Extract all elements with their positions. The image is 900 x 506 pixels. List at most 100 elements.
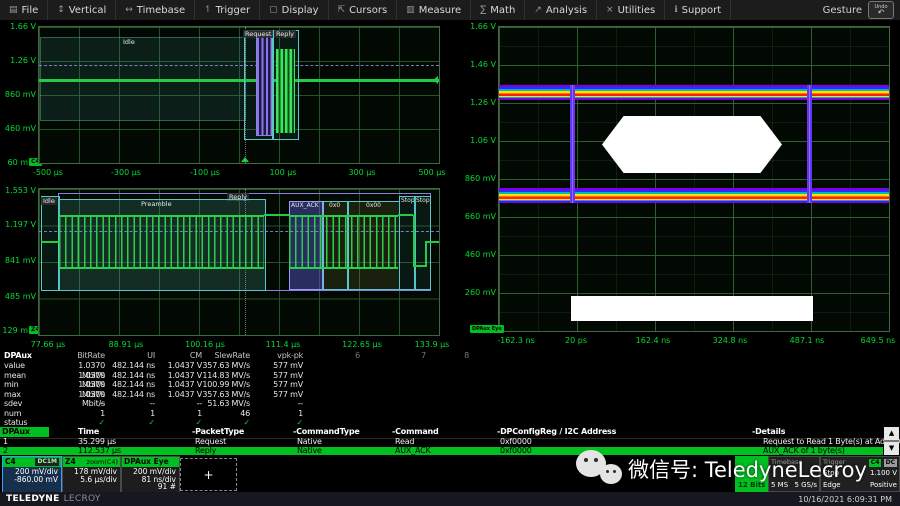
menu-support[interactable]: ℹSupport bbox=[665, 0, 731, 20]
g2-grid[interactable]: Reply Idle Preamble AUX_ACK 0x0 0x00 Sto… bbox=[38, 188, 440, 336]
c4-name: C4 bbox=[5, 457, 16, 467]
eye-ylabel: 860 mV bbox=[462, 174, 496, 183]
menu-math[interactable]: ∑ Math bbox=[471, 0, 525, 20]
menu-trigger[interactable]: ↿Trigger bbox=[195, 0, 260, 20]
menu-measure[interactable]: ▥Measure bbox=[397, 0, 471, 20]
g1-xlabel: 500 µs bbox=[418, 168, 445, 177]
g2-trace-stop-low bbox=[413, 265, 425, 267]
g1-grid[interactable]: Idle Request Reply bbox=[38, 26, 440, 164]
z4-name: Z4 bbox=[65, 457, 76, 467]
eye-ylabel: 1.06 V bbox=[462, 136, 496, 145]
menu-display-label: Display bbox=[282, 5, 319, 16]
menu-analysis[interactable]: ↗Analysis bbox=[525, 0, 597, 20]
g2-ylabel: 485 mV bbox=[2, 292, 36, 301]
timebase-icon: ↔ bbox=[125, 5, 133, 15]
cursors-icon: ⇱ bbox=[338, 5, 346, 15]
g1-xlabel: -500 µs bbox=[33, 168, 63, 177]
measure-col-header: 7 bbox=[360, 351, 426, 361]
measure-col-header: 8 bbox=[426, 351, 469, 361]
decode-col-command[interactable]: -Command bbox=[392, 427, 439, 436]
eye-high-rail bbox=[499, 85, 889, 100]
measure-table: DPAux BitRate UI CM SlewRate vpk-pk 6 7 … bbox=[0, 348, 478, 426]
eye-xlabel: 162.4 ns bbox=[636, 336, 671, 345]
c4-offset: -860.00 mV bbox=[3, 476, 58, 484]
g1-idle-label: Idle bbox=[121, 38, 137, 46]
scroll-up-icon[interactable]: ▲ bbox=[884, 427, 899, 440]
measure-cell: -- bbox=[55, 399, 105, 409]
graph-eye-diagram: 1.66 V 1.46 V 1.26 V 1.06 V 860 mV 660 m… bbox=[470, 22, 900, 344]
z4-tdiv: 5.6 µs/div bbox=[63, 476, 117, 484]
eye-grid[interactable] bbox=[498, 26, 890, 332]
menu-cursors[interactable]: ⇱Cursors bbox=[329, 0, 398, 20]
menu-vertical[interactable]: ↕Vertical bbox=[48, 0, 116, 20]
g2-trace-flat-right bbox=[425, 241, 439, 243]
measure-row-status: status ✓ ✓ ✓ ✓ ✓ bbox=[0, 418, 478, 428]
g1-reply-burst bbox=[276, 49, 295, 133]
g1-level-marker bbox=[433, 76, 438, 84]
wechat-icon bbox=[576, 446, 628, 492]
g1-trigger-marker bbox=[241, 157, 249, 162]
status-check: ✓ bbox=[55, 418, 105, 428]
menu-utilities[interactable]: ×Utilities bbox=[597, 0, 665, 20]
wechat-watermark: 微信号: TeledyneLecroy bbox=[576, 445, 900, 493]
status-check: ✓ bbox=[202, 418, 250, 428]
oscilloscope-screen: ▤File ↕Vertical ↔Timebase ↿Trigger ▢Disp… bbox=[0, 0, 900, 506]
eye-name: DPAux Eye bbox=[124, 457, 169, 467]
g2-stop2-box bbox=[414, 196, 431, 290]
measure-cell: -- bbox=[155, 399, 202, 409]
g2-trace-rise bbox=[425, 241, 427, 267]
decode-col-packettype[interactable]: -PacketType bbox=[192, 427, 244, 436]
measure-col-header: vpk-pk bbox=[250, 351, 303, 361]
menu-analysis-label: Analysis bbox=[546, 5, 587, 16]
measure-col-header: CM bbox=[155, 351, 202, 361]
g1-xlabel: 300 µs bbox=[348, 168, 375, 177]
menu-file[interactable]: ▤File bbox=[0, 0, 48, 20]
eye-crossing-left bbox=[570, 85, 575, 203]
channel-descriptor-z4[interactable]: Z4zoom(C4) 178 mV/div5.6 µs/div bbox=[62, 456, 121, 493]
g2-trace-stop-high bbox=[398, 214, 413, 216]
channel-descriptor-c4[interactable]: C4DC1M 200 mV/div-860.00 mV bbox=[2, 456, 62, 493]
g2-ylabel: 129 m bbox=[0, 326, 28, 335]
menu-math-label: Math bbox=[490, 5, 515, 16]
measure-cell: -- bbox=[250, 399, 303, 409]
decode-col-address[interactable]: -DPConfigReg / I2C Address bbox=[497, 427, 616, 436]
measure-col-header: 6 bbox=[303, 351, 360, 361]
trigger-icon: ↿ bbox=[204, 5, 212, 15]
eye-xlabel: 649.5 ns bbox=[861, 336, 896, 345]
g2-ylabel: 841 mV bbox=[2, 256, 36, 265]
g1-ylabel: 1.66 V bbox=[2, 22, 36, 31]
math-icon: ∑ bbox=[480, 5, 486, 15]
status-check: ✓ bbox=[155, 418, 202, 428]
brand-teledyne: TELEDYNE bbox=[0, 494, 60, 504]
channel-descriptor-dpaux-eye[interactable]: DPAux Eye 200 mV/div81 ns/div91 # bbox=[121, 456, 180, 493]
add-trace-button[interactable]: + bbox=[180, 458, 237, 491]
plus-icon: + bbox=[203, 468, 213, 482]
menu-support-label: Support bbox=[682, 5, 722, 16]
status-check: ✓ bbox=[105, 418, 155, 428]
menu-display[interactable]: ▢Display bbox=[260, 0, 328, 20]
g1-xlabel: -100 µs bbox=[190, 168, 220, 177]
g1-request-burst bbox=[256, 34, 272, 136]
decode-col-details[interactable]: -Details bbox=[752, 427, 785, 436]
decode-col-commandtype[interactable]: -CommandType bbox=[293, 427, 360, 436]
undo-button[interactable]: Undo ↶ bbox=[868, 1, 894, 19]
g1-xlabel: -300 µs bbox=[111, 168, 141, 177]
decode-protocol-badge[interactable]: DPAux bbox=[0, 427, 49, 437]
decode-col-time[interactable]: Time bbox=[78, 427, 99, 436]
measure-col-header: UI bbox=[105, 351, 155, 361]
decode-cell-time: 112.537 µs bbox=[78, 447, 121, 456]
eye-xlabel: 324.8 ns bbox=[713, 336, 748, 345]
menu-timebase[interactable]: ↔Timebase bbox=[116, 0, 195, 20]
vertical-icon: ↕ bbox=[57, 5, 65, 15]
g1-ylabel: 1.26 V bbox=[2, 56, 36, 65]
c4-coupling-badge: DC1M bbox=[35, 458, 59, 466]
graph-acquisition: 1.66 V 1.26 V 860 mV 460 mV 60 m C4 Idle… bbox=[2, 22, 447, 184]
eye-crossing-right bbox=[807, 85, 812, 203]
eye-mask-low-rect bbox=[571, 296, 813, 321]
eye-xlabel: 20 ps bbox=[565, 336, 587, 345]
g1-ylabel: 60 m bbox=[0, 158, 28, 167]
decode-cell-address: 0xf0000 bbox=[500, 447, 532, 456]
g1-threshold-line bbox=[39, 65, 439, 66]
g2-preamble-label: Preamble bbox=[139, 200, 174, 208]
menu-cursors-label: Cursors bbox=[349, 5, 387, 16]
